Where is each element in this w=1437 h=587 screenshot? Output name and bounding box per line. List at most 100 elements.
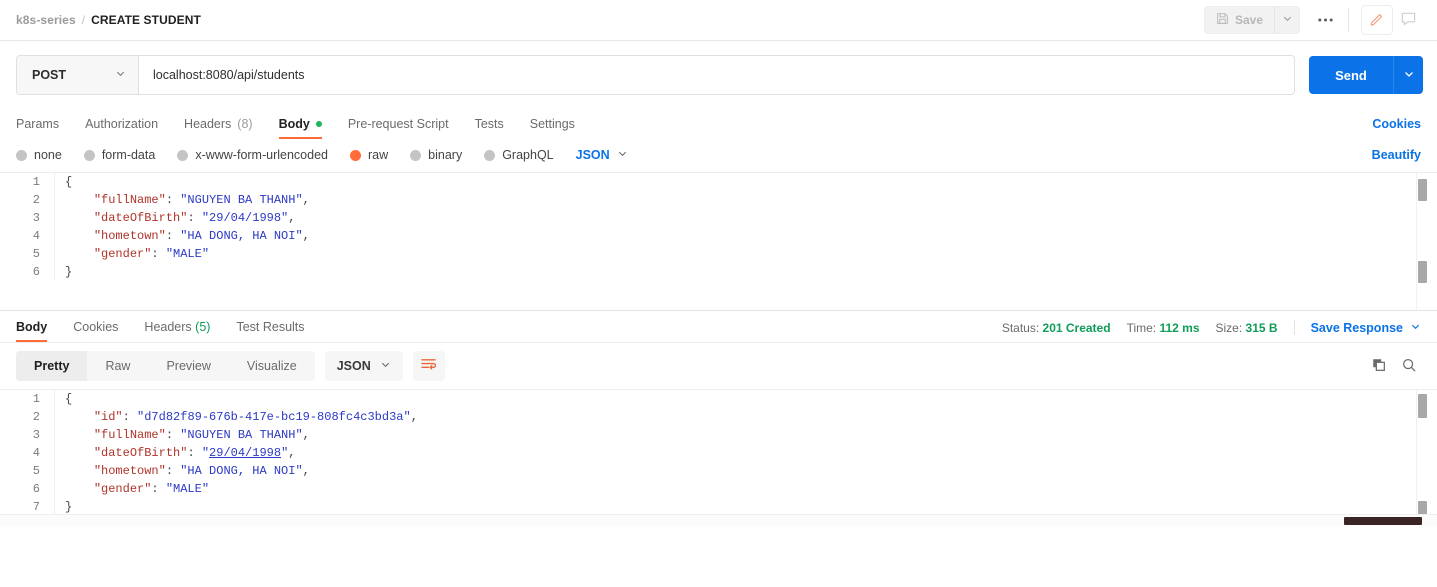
- tab-headers-label: Headers: [184, 117, 232, 131]
- time-badge: Time: 112 ms: [1127, 321, 1200, 335]
- code-token: ,: [302, 428, 310, 442]
- response-body-code[interactable]: 1{2 "id": "d7d82f89-676b-417e-bc19-808fc…: [0, 390, 1437, 516]
- edit-request-button[interactable]: [1361, 5, 1393, 35]
- wrap-lines-button[interactable]: [412, 351, 445, 381]
- body-type-form-data-label: form-data: [101, 148, 156, 162]
- response-tab-body[interactable]: Body: [16, 320, 48, 342]
- body-format-select[interactable]: JSON: [576, 148, 628, 162]
- code-text[interactable]: "hometown": "HA DONG, HA NOI",: [54, 462, 1437, 480]
- tab-tests[interactable]: Tests: [475, 117, 504, 139]
- radio-icon: [177, 149, 189, 161]
- search-icon[interactable]: [1401, 357, 1417, 376]
- code-token: :: [165, 229, 181, 243]
- breadcrumb-request-name[interactable]: CREATE STUDENT: [91, 13, 201, 27]
- code-token: :: [165, 193, 181, 207]
- code-text[interactable]: {: [54, 390, 1437, 408]
- code-token: "NGUYEN BA THANH": [180, 428, 303, 442]
- ellipsis-icon: [1317, 14, 1334, 26]
- tab-settings[interactable]: Settings: [530, 117, 575, 139]
- line-number: 4: [32, 229, 40, 243]
- response-view-raw[interactable]: Raw: [87, 351, 149, 381]
- copy-icon[interactable]: [1371, 357, 1387, 376]
- response-view-pretty[interactable]: Pretty: [16, 351, 88, 381]
- code-token: }: [65, 500, 73, 514]
- radio-icon: [410, 149, 422, 161]
- body-type-none-label: none: [34, 148, 62, 162]
- response-editor-hscroll-track[interactable]: [0, 514, 1437, 526]
- send-options-button[interactable]: [1393, 56, 1423, 94]
- save-button[interactable]: Save: [1203, 6, 1274, 34]
- code-text[interactable]: "dateOfBirth": "29/04/1998",: [54, 209, 1437, 227]
- response-view-visualize[interactable]: Visualize: [228, 351, 315, 381]
- comment-button[interactable]: [1393, 6, 1423, 34]
- code-text[interactable]: "dateOfBirth": "29/04/1998",: [54, 444, 1437, 462]
- response-tab-headers[interactable]: Headers (5): [144, 320, 210, 342]
- response-body-editor[interactable]: 1{2 "id": "d7d82f89-676b-417e-bc19-808fc…: [0, 389, 1437, 526]
- beautify-button[interactable]: Beautify: [1372, 148, 1421, 162]
- size-value: 315 B: [1245, 320, 1278, 335]
- tab-authorization[interactable]: Authorization: [85, 117, 158, 139]
- breadcrumb-collection[interactable]: k8s-series: [16, 13, 76, 27]
- send-button[interactable]: Send: [1309, 56, 1393, 94]
- code-token: "NGUYEN BA THANH": [180, 193, 303, 207]
- save-response-label: Save Response: [1310, 320, 1403, 335]
- http-method-select[interactable]: POST: [17, 56, 139, 94]
- body-type-binary[interactable]: binary: [410, 148, 462, 162]
- line-number: 3: [32, 428, 40, 442]
- code-token: "dateOfBirth": [93, 446, 188, 460]
- code-text[interactable]: "hometown": "HA DONG, HA NOI",: [54, 227, 1437, 245]
- code-line: 1{: [0, 390, 1437, 408]
- request-body-code[interactable]: 1{2 "fullName": "NGUYEN BA THANH", 3 "dat…: [0, 173, 1437, 281]
- code-text[interactable]: }: [54, 263, 1437, 281]
- tab-headers[interactable]: Headers (8): [184, 117, 253, 139]
- code-line: 2 "fullName": "NGUYEN BA THANH",: [0, 191, 1437, 209]
- response-format-value: JSON: [336, 359, 371, 373]
- tab-pre-request-script[interactable]: Pre-request Script: [348, 117, 449, 139]
- body-type-row: none form-data x-www-form-urlencoded raw…: [0, 139, 1437, 172]
- code-token: ,: [410, 410, 418, 424]
- tab-params[interactable]: Params: [16, 117, 59, 139]
- request-editor-scrollbar-thumb[interactable]: [1418, 179, 1427, 201]
- response-tab-test-results[interactable]: Test Results: [236, 320, 304, 342]
- code-token: :: [187, 446, 202, 460]
- body-type-graphql[interactable]: GraphQL: [484, 148, 554, 162]
- code-token: "29/04/1998": [201, 211, 289, 225]
- response-view-toolbar: Pretty Raw Preview Visualize JSON: [0, 343, 1437, 389]
- request-body-editor[interactable]: 1{2 "fullName": "NGUYEN BA THANH", 3 "dat…: [0, 172, 1437, 311]
- code-token: {: [65, 175, 73, 189]
- response-editor-scrollbar-thumb[interactable]: [1418, 394, 1427, 418]
- code-line: 4 "hometown": "HA DONG, HA NOI",: [0, 227, 1437, 245]
- tab-body[interactable]: Body: [278, 117, 323, 139]
- request-editor-scroll-marker[interactable]: [1418, 261, 1427, 283]
- url-input[interactable]: localhost:8080/api/students: [139, 56, 1294, 94]
- response-tab-cookies[interactable]: Cookies: [73, 320, 118, 342]
- body-type-raw[interactable]: raw: [350, 148, 388, 162]
- code-token: "gender": [93, 482, 152, 496]
- code-text[interactable]: "gender": "MALE": [54, 480, 1437, 498]
- body-modified-dot-icon: [315, 121, 322, 127]
- code-text[interactable]: "fullName": "NGUYEN BA THANH",: [54, 191, 1437, 209]
- response-format-select[interactable]: JSON: [324, 351, 403, 381]
- response-editor-hscroll-thumb[interactable]: [1344, 517, 1422, 525]
- chevron-down-icon: [115, 68, 126, 82]
- meta-divider: [1293, 320, 1295, 335]
- code-text[interactable]: "gender": "MALE": [54, 245, 1437, 263]
- line-number: 1: [32, 392, 40, 406]
- body-type-form-data[interactable]: form-data: [83, 148, 156, 162]
- url-bar-group: POST localhost:8080/api/students: [16, 55, 1295, 95]
- body-type-none[interactable]: none: [16, 148, 62, 162]
- code-text[interactable]: "id": "d7d82f89-676b-417e-bc19-808fc4c3b…: [54, 408, 1437, 426]
- code-line: 5 "gender": "MALE": [0, 245, 1437, 263]
- more-actions-button[interactable]: [1310, 6, 1340, 34]
- body-type-x-www-form-urlencoded[interactable]: x-www-form-urlencoded: [177, 148, 328, 162]
- save-dropdown-button[interactable]: [1274, 6, 1300, 34]
- tab-authorization-label: Authorization: [85, 117, 159, 131]
- code-text[interactable]: {: [54, 173, 1437, 191]
- save-response-button[interactable]: Save Response: [1311, 321, 1421, 335]
- response-view-preview[interactable]: Preview: [148, 351, 229, 381]
- code-text[interactable]: "fullName": "NGUYEN BA THANH",: [54, 426, 1437, 444]
- cookies-link[interactable]: Cookies: [1372, 117, 1421, 139]
- radio-icon: [484, 149, 496, 161]
